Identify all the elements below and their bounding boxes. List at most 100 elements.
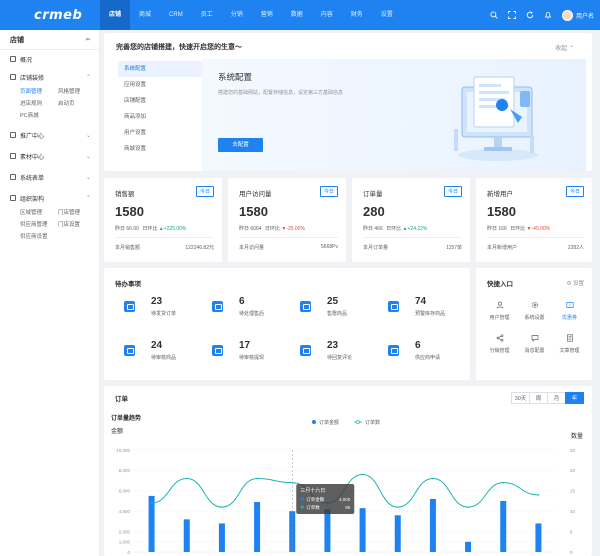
gear-icon — [530, 300, 539, 309]
sidebar-item-entry-rules[interactable]: 进店规则 — [20, 98, 58, 110]
quick-entry-distribution[interactable]: 分销管理 — [482, 333, 517, 354]
ratio-value: -25.00% — [286, 226, 305, 232]
coupon-icon — [565, 300, 574, 309]
todo-item-product-review[interactable]: 24 待审核商品 — [122, 340, 210, 370]
sidebar-item-store-management[interactable]: 门店管理 — [58, 207, 96, 219]
legend-marker-line-dot — [356, 420, 360, 424]
todo-label: 售罄商品 — [327, 311, 348, 317]
go-configure-button[interactable]: 去配置 — [218, 138, 263, 152]
nav-item-data[interactable]: 数据 — [282, 0, 312, 30]
nav-item-mall[interactable]: 商城 — [130, 0, 160, 30]
refresh-icon[interactable] — [526, 11, 535, 20]
quick-entry-settings-button[interactable]: ⚙ 设置 — [567, 279, 584, 287]
todo-label: 待审核提现 — [239, 355, 265, 361]
nav-item-marketing[interactable]: 营销 — [252, 0, 282, 30]
sidebar-item-store-settings[interactable]: 门店设置 — [58, 219, 96, 231]
sidebar-item-style-management[interactable]: 风格管理 — [58, 86, 96, 98]
sidebar-item-overview[interactable]: 概况 — [0, 50, 99, 68]
sidebar-group-promotion[interactable]: 推广中心 ⌄ — [0, 126, 99, 144]
y2-tick-label: 10 — [570, 509, 576, 514]
quick-entry-coupons[interactable]: 优惠券 — [552, 300, 587, 321]
step-app-settings[interactable]: 应用设置 — [118, 77, 204, 93]
collapse-sidebar-icon[interactable]: ⇤ — [86, 36, 91, 43]
y-tick-label: 2,000 — [119, 529, 131, 534]
step-add-product[interactable]: 商品添加 — [118, 109, 204, 125]
avatar[interactable] — [561, 9, 573, 21]
todo-item-withdrawal-review[interactable]: 17 待审核提现 — [210, 340, 298, 370]
nav-item-crm[interactable]: CRM — [160, 0, 192, 30]
range-year[interactable]: 年 — [565, 392, 584, 404]
todo-item-comments[interactable]: 23 待回复评论 — [298, 340, 386, 370]
range-30-days[interactable]: 30天 — [511, 392, 530, 404]
quick-entry-article-management[interactable]: 文章管理 — [552, 333, 587, 354]
nav-item-staff[interactable]: 员工 — [192, 0, 222, 30]
todo-item-supplier-applications[interactable]: 6 供应商申请 — [386, 340, 474, 370]
search-icon[interactable] — [490, 11, 499, 20]
compare-value: 166 — [498, 226, 507, 232]
todo-count: 24 — [151, 340, 163, 351]
step-mall-settings[interactable]: 商城设置 — [118, 141, 204, 157]
sidebar-item-page-management[interactable]: 页面管理 — [20, 86, 58, 98]
today-badge: 今日 — [319, 186, 338, 197]
bar-十一月 — [500, 501, 507, 552]
sidebar-group-system-forms[interactable]: 系统表单 ⌄ — [0, 168, 99, 186]
sidebar-group-materials[interactable]: 素材中心 ⌄ — [0, 147, 99, 165]
stat-card-orders: 订单量 今日 280 昨日 466 日环比 ▲+24.22% 本月订单量 115… — [352, 178, 470, 262]
todo-item-pending-shipment[interactable]: 23 待发货订单 — [122, 296, 210, 326]
nav-item-content[interactable]: 内容 — [312, 0, 342, 30]
bell-icon[interactable] — [544, 11, 553, 20]
todo-label: 待发货订单 — [151, 311, 177, 317]
brand-logo[interactable]: crmeb — [0, 8, 100, 23]
divider — [115, 237, 214, 238]
nav-item-finance[interactable]: 财务 — [342, 0, 372, 30]
divider — [363, 237, 462, 238]
fullscreen-icon[interactable] — [508, 11, 517, 20]
range-month[interactable]: 月 — [547, 392, 566, 404]
username[interactable]: 用户名 — [576, 11, 594, 20]
nav-item-settings[interactable]: 设置 — [372, 0, 402, 30]
collapse-button[interactable]: 收起 ⌃ — [555, 43, 574, 52]
after-sales-icon — [212, 301, 223, 312]
quick-entry-card: 快捷入口 ⚙ 设置 用户管理 系统设置 优惠券 分销管理 消息配置 文章管理 — [476, 268, 592, 380]
quick-entry-message-config[interactable]: 消息配置 — [517, 333, 552, 354]
y-tick-label: 1,000 — [119, 540, 131, 545]
todo-item-sold-out[interactable]: 25 售罄商品 — [298, 296, 386, 326]
sidebar-title: 店铺 — [10, 36, 24, 44]
materials-icon — [10, 153, 16, 159]
quick-entry-system-settings[interactable]: 系统设置 — [517, 300, 552, 321]
sidebar-item-supplier-settings[interactable]: 供应商设置 — [20, 231, 58, 243]
compare-value: 466 — [374, 226, 383, 232]
nav-item-distribution[interactable]: 分销 — [222, 0, 252, 30]
sidebar-item-supplier-management[interactable]: 供应商管理 — [20, 219, 58, 231]
sidebar-submenu-organization: 区域管理 门店管理 供应商管理 门店设置 供应商设置 — [0, 207, 99, 243]
nav-item-store[interactable]: 店铺 — [100, 0, 131, 30]
sidebar-group-decoration[interactable]: 店铺装修 ⌃ — [0, 68, 99, 86]
sidebar-item-pc-mall[interactable]: PC商城 — [20, 110, 58, 122]
todo-item-after-sales[interactable]: 6 待处理售后 — [210, 296, 298, 326]
step-user-settings[interactable]: 用户设置 — [118, 125, 204, 141]
tooltip-marker — [300, 505, 304, 509]
stat-title: 新增用户 — [487, 191, 513, 198]
step-store-config[interactable]: 店铺配置 — [118, 93, 204, 109]
sidebar-item-splash-page[interactable]: 启动页 — [58, 98, 96, 110]
range-week[interactable]: 周 — [529, 392, 548, 404]
truck-icon — [124, 301, 135, 312]
comment-icon — [300, 345, 311, 356]
ratio-label: 日环比 — [510, 226, 526, 232]
share-icon — [495, 333, 504, 342]
tooltip-value: 4,000 — [339, 497, 351, 502]
sidebar-item-region-management[interactable]: 区域管理 — [20, 207, 58, 219]
product-icon — [124, 345, 135, 356]
todo-count: 23 — [151, 296, 163, 307]
chevron-up-icon: ⌃ — [568, 46, 574, 52]
order-trend-chart: 金额数量订单金额 订单数01,0002,0004,0006,0008,00010,… — [111, 419, 583, 556]
supplier-icon — [388, 345, 399, 356]
quick-entry-user-management[interactable]: 用户管理 — [482, 300, 517, 321]
stat-compare: 昨日 166 日环比 ▼-45.00% — [487, 225, 550, 232]
sidebar-group-organization[interactable]: 组织架构 ⌃ — [0, 189, 99, 207]
bar-六月 — [324, 509, 331, 552]
todo-item-low-stock[interactable]: 74 预警库存商品 — [386, 296, 474, 326]
step-system-config[interactable]: 系统配置 — [118, 61, 204, 77]
stat-title: 订单量 — [363, 191, 383, 198]
compare-value: 66.00 — [126, 226, 139, 232]
